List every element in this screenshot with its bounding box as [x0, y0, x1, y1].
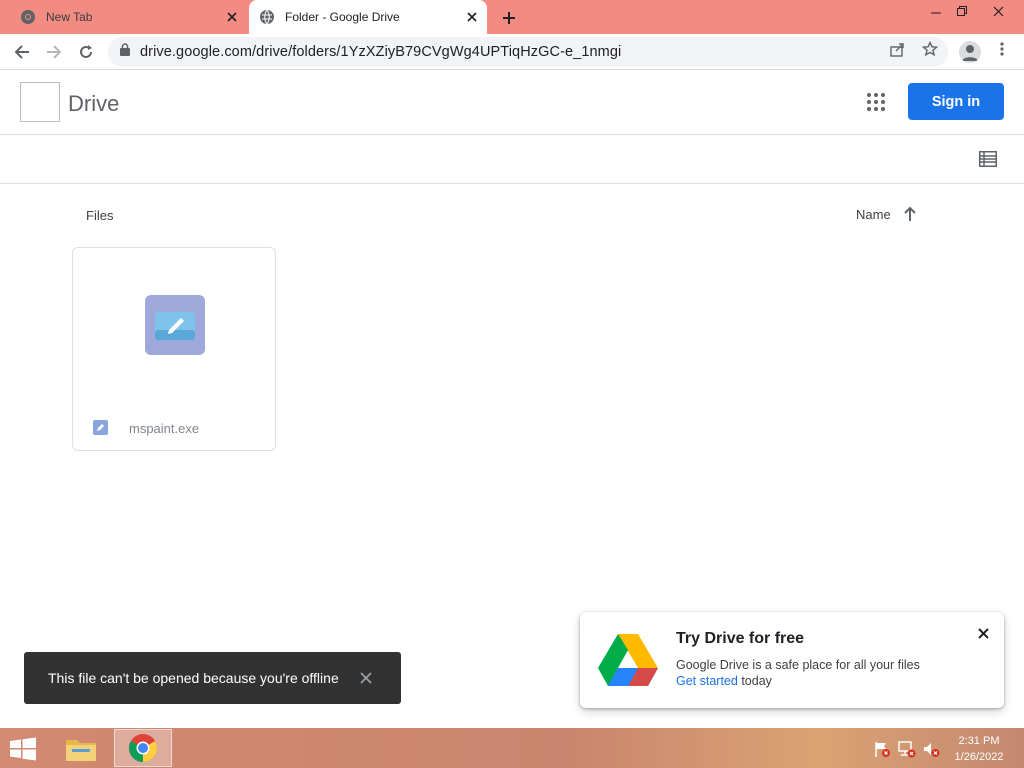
- tab-strip: New Tab Folder - Google Drive: [0, 0, 1024, 34]
- tab-new-tab[interactable]: New Tab: [0, 0, 247, 34]
- clock-date: 1/26/2022: [954, 751, 1004, 763]
- tab-title: New Tab: [46, 10, 93, 24]
- tab-google-drive[interactable]: Folder - Google Drive: [249, 0, 487, 34]
- url-text: drive.google.com/drive/folders/1YzXZiyB7…: [140, 44, 622, 60]
- action-center-flag-icon[interactable]: [873, 740, 891, 758]
- promo-cta-suffix: today: [737, 674, 772, 688]
- close-icon[interactable]: [974, 624, 992, 642]
- offline-snackbar: This file can't be opened because you're…: [24, 652, 401, 704]
- edit-pencil-icon: [155, 312, 195, 340]
- chrome-taskbar-icon[interactable]: [114, 729, 172, 767]
- file-thumbnail: [145, 295, 205, 355]
- browser-toolbar: drive.google.com/drive/folders/1YzXZiyB7…: [0, 34, 1024, 70]
- window-close-button[interactable]: [982, 0, 1014, 22]
- page-title: Drive: [68, 91, 120, 116]
- sort-by-name-button[interactable]: Name: [856, 207, 891, 222]
- sign-in-button[interactable]: Sign in: [908, 83, 1004, 120]
- files-section-label: Files: [86, 208, 114, 223]
- clock-time: 2:31 PM: [958, 735, 1000, 747]
- close-icon[interactable]: [222, 7, 242, 27]
- profile-avatar-icon[interactable]: [959, 41, 981, 63]
- address-bar[interactable]: drive.google.com/drive/folders/1YzXZiyB7…: [108, 37, 948, 67]
- windows-taskbar: [0, 728, 1024, 768]
- drive-header: Drive Sign in: [0, 70, 1024, 135]
- taskbar-clock[interactable]: 2:31 PM 1/26/2022: [946, 733, 1012, 765]
- view-toolbar: [0, 135, 1024, 184]
- snackbar-message: This file can't be opened because you're…: [48, 670, 339, 686]
- file-type-icon: [93, 420, 108, 435]
- file-name: mspaint.exe: [129, 421, 200, 436]
- share-icon[interactable]: [889, 41, 905, 57]
- back-button[interactable]: [8, 38, 36, 66]
- arrow-up-icon[interactable]: [902, 205, 918, 223]
- google-drive-logo-icon: [598, 634, 658, 686]
- google-apps-icon[interactable]: [866, 92, 886, 112]
- list-view-icon[interactable]: [979, 151, 997, 167]
- bookmark-star-icon[interactable]: [922, 41, 938, 57]
- lock-icon[interactable]: [120, 43, 130, 61]
- promo-body: Google Drive is a safe place for all you…: [676, 658, 920, 672]
- file-card[interactable]: mspaint.exe: [72, 247, 276, 451]
- reload-button[interactable]: [72, 38, 100, 66]
- menu-kebab-icon[interactable]: [994, 41, 1010, 57]
- windows-start-icon[interactable]: [8, 736, 38, 762]
- get-started-link[interactable]: Get started: [676, 674, 738, 688]
- close-icon[interactable]: [462, 7, 482, 27]
- forward-button[interactable]: [40, 38, 68, 66]
- network-icon[interactable]: [898, 740, 916, 758]
- new-tab-button[interactable]: [498, 7, 520, 29]
- globe-icon: [259, 9, 275, 25]
- close-icon[interactable]: [355, 667, 377, 689]
- promo-title: Try Drive for free: [676, 630, 805, 647]
- restore-button[interactable]: [946, 0, 978, 22]
- try-drive-promo: Try Drive for free Google Drive is a saf…: [580, 612, 1004, 708]
- broken-logo-image[interactable]: [20, 82, 60, 122]
- volume-muted-icon[interactable]: [922, 740, 940, 758]
- tab-title: Folder - Google Drive: [285, 10, 400, 24]
- file-explorer-icon[interactable]: [62, 732, 100, 766]
- promo-cta-line: Get started today: [676, 674, 772, 688]
- chrome-icon: [20, 9, 36, 25]
